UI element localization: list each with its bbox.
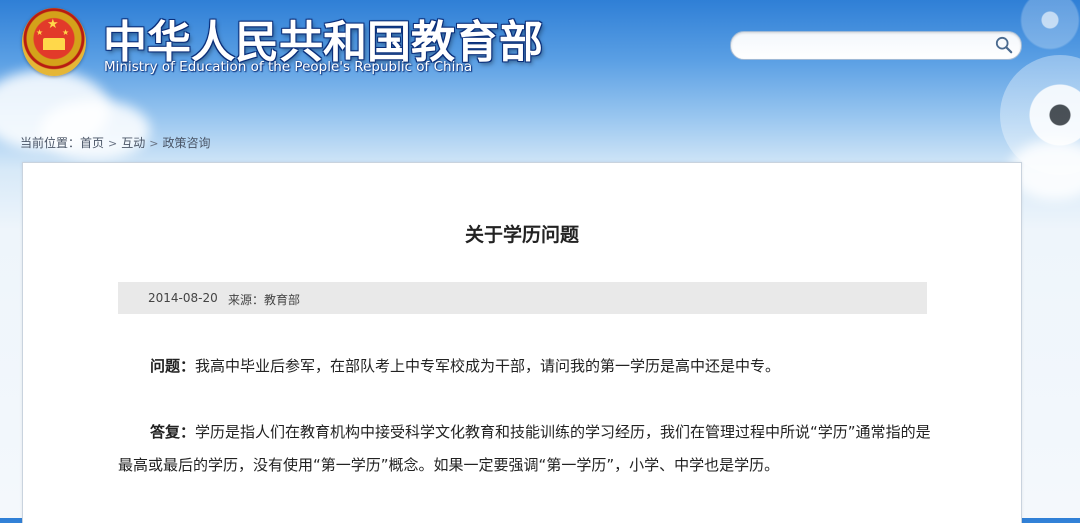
breadcrumb-policy-link[interactable]: 政策咨询	[162, 136, 210, 150]
answer-label: 答复：	[150, 423, 196, 441]
answer-paragraph: 答复：学历是指人们在教育机构中接受科学文化教育和技能训练的学习经历，我们在管理过…	[118, 416, 933, 482]
breadcrumb: 当前位置：首页 > 互动 > 政策咨询	[20, 134, 211, 151]
article-meta-bar: 2014-08-20 来源：教育部	[118, 282, 927, 314]
search-box[interactable]	[730, 31, 1022, 60]
breadcrumb-separator: >	[149, 137, 159, 150]
site-subtitle: Ministry of Education of the People's Re…	[104, 59, 473, 75]
breadcrumb-prefix: 当前位置：	[20, 136, 81, 150]
article-panel: 关于学历问题 2014-08-20 来源：教育部 问题：我高中毕业后参军，在部队…	[22, 162, 1022, 523]
question-text: 我高中毕业后参军，在部队考上中专军校成为干部，请问我的第一学历是高中还是中专。	[195, 357, 781, 375]
background-cloud	[40, 100, 150, 160]
dandelion-decoration	[1020, 0, 1080, 50]
article-date: 2014-08-20	[148, 291, 218, 305]
article-source: 来源：教育部	[228, 293, 301, 307]
breadcrumb-separator: >	[108, 137, 118, 150]
breadcrumb-home-link[interactable]: 首页	[80, 136, 104, 150]
question-paragraph: 问题：我高中毕业后参军，在部队考上中专军校成为干部，请问我的第一学历是高中还是中…	[118, 350, 933, 383]
national-emblem-icon[interactable]: ★ ★ ★	[22, 8, 86, 76]
article-title: 关于学历问题	[464, 224, 579, 246]
question-label: 问题：	[150, 357, 196, 375]
search-icon[interactable]	[995, 36, 1013, 54]
search-input[interactable]	[743, 35, 987, 57]
dandelion-decoration	[1000, 55, 1080, 175]
answer-text: 学历是指人们在教育机构中接受科学文化教育和技能训练的学习经历，我们在管理过程中所…	[118, 423, 931, 474]
breadcrumb-interaction-link[interactable]: 互动	[121, 136, 145, 150]
